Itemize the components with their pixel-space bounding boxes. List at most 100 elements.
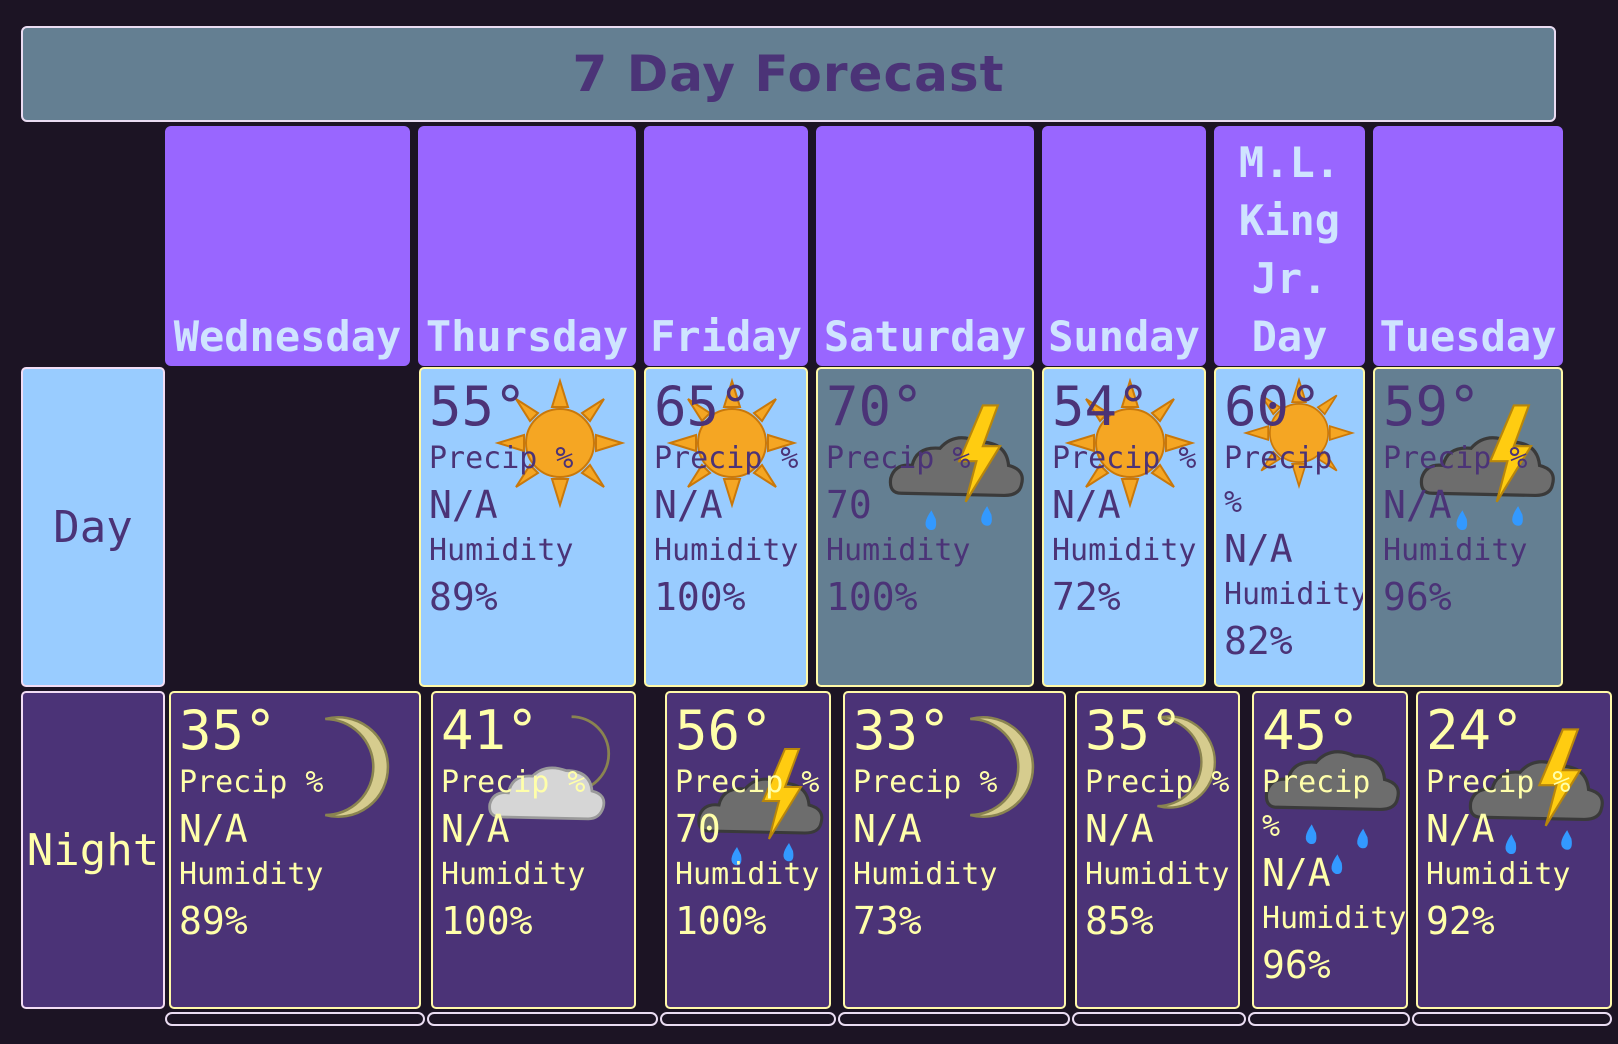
humidity-value: 85% bbox=[1085, 899, 1154, 943]
humidity-value: 100% bbox=[675, 899, 767, 943]
humidity-value: 100% bbox=[654, 575, 746, 619]
precip-value: N/A bbox=[179, 807, 248, 851]
humidity-value: 73% bbox=[853, 899, 922, 943]
footer-bar bbox=[1412, 1012, 1612, 1026]
day-temperature: 59° bbox=[1383, 375, 1481, 438]
night-temperature: 33° bbox=[853, 699, 951, 762]
page-title: 7 Day Forecast bbox=[572, 45, 1005, 103]
footer-bar bbox=[427, 1012, 658, 1026]
day-header-friday: Friday bbox=[644, 126, 808, 366]
precip-label: Precip % bbox=[179, 765, 324, 800]
day-name: Saturday bbox=[823, 312, 1027, 361]
night-forecast-saturday: 33° Precip % N/A Humidity 73% bbox=[843, 691, 1066, 1009]
precip-value: N/A bbox=[853, 807, 922, 851]
humidity-value: 72% bbox=[1052, 575, 1121, 619]
night-temperature: 35° bbox=[1085, 699, 1183, 762]
title-bar: 7 Day Forecast bbox=[21, 26, 1556, 122]
precip-label: Precip % bbox=[441, 765, 586, 800]
precip-value: N/A bbox=[654, 483, 723, 527]
humidity-label: Humidity bbox=[1052, 533, 1197, 568]
precip-label: Precip % bbox=[1085, 765, 1230, 800]
night-forecast-friday: 56° Precip % 70 Humidity 100% bbox=[665, 691, 831, 1009]
day-forecast-tuesday: 59° Precip % N/A Humidity 96% bbox=[1373, 367, 1563, 687]
humidity-value: 92% bbox=[1426, 899, 1495, 943]
precip-value: N/A bbox=[1383, 483, 1452, 527]
humidity-label: Humidity bbox=[179, 857, 324, 892]
day-name: Friday bbox=[650, 312, 802, 361]
day-forecast-thursday: 55° Precip % N/A Humidity 89% bbox=[419, 367, 636, 687]
precip-value: N/A bbox=[1085, 807, 1154, 851]
footer-bar bbox=[660, 1012, 836, 1026]
day-header-mlk-day: M.L. King Jr. Day bbox=[1214, 126, 1365, 366]
night-temperature: 41° bbox=[441, 699, 539, 762]
precip-label: Precip % bbox=[654, 441, 799, 476]
precip-value: N/A bbox=[1224, 527, 1293, 571]
night-temperature: 24° bbox=[1426, 699, 1524, 762]
humidity-value: 89% bbox=[179, 899, 248, 943]
precip-label: Precip % bbox=[429, 441, 574, 476]
humidity-label: Humidity bbox=[1085, 857, 1230, 892]
precip-value: N/A bbox=[429, 483, 498, 527]
day-forecast-saturday: 70° Precip % 70 Humidity 100% bbox=[816, 367, 1034, 687]
footer-bar bbox=[165, 1012, 425, 1026]
precip-label: Precip % bbox=[1262, 765, 1371, 844]
humidity-value: 89% bbox=[429, 575, 498, 619]
precip-label: Precip % bbox=[1383, 441, 1528, 476]
footer-bar bbox=[1072, 1012, 1246, 1026]
precip-label: Precip % bbox=[675, 765, 820, 800]
day-name: Wednesday bbox=[173, 312, 402, 361]
day-temperature: 65° bbox=[654, 375, 752, 438]
humidity-label: Humidity bbox=[675, 857, 820, 892]
humidity-value: 96% bbox=[1383, 575, 1452, 619]
night-forecast-mlk-day: 45° Precip % N/A Humidity 96% bbox=[1252, 691, 1408, 1009]
day-temperature: 70° bbox=[826, 375, 924, 438]
day-header-saturday: Saturday bbox=[816, 126, 1034, 366]
day-forecast-mlk-day: 60° Precip % N/A Humidity 82% bbox=[1214, 367, 1365, 687]
precip-label: Precip % bbox=[853, 765, 998, 800]
row-label-day: Day bbox=[21, 367, 165, 687]
day-header-sunday: Sunday bbox=[1042, 126, 1206, 366]
night-forecast-wednesday: 35° Precip % N/A Humidity 89% bbox=[169, 691, 421, 1009]
precip-value: N/A bbox=[1262, 851, 1331, 895]
precip-label: Precip % bbox=[826, 441, 971, 476]
night-forecast-sunday: 35° Precip % N/A Humidity 85% bbox=[1075, 691, 1240, 1009]
day-header-tuesday: Tuesday bbox=[1373, 126, 1563, 366]
humidity-label: Humidity bbox=[654, 533, 799, 568]
day-name: Sunday bbox=[1048, 312, 1200, 361]
day-header-wednesday: Wednesday bbox=[165, 126, 410, 366]
humidity-label: Humidity bbox=[1224, 577, 1365, 612]
humidity-label: Humidity bbox=[1426, 857, 1571, 892]
humidity-value: 82% bbox=[1224, 619, 1293, 663]
precip-label: Precip % bbox=[1052, 441, 1197, 476]
precip-label: Precip % bbox=[1426, 765, 1571, 800]
precip-value: N/A bbox=[1426, 807, 1495, 851]
night-temperature: 56° bbox=[675, 699, 773, 762]
humidity-value: 100% bbox=[826, 575, 918, 619]
day-name: Tuesday bbox=[1379, 312, 1557, 361]
humidity-label: Humidity bbox=[853, 857, 998, 892]
precip-value: 70 bbox=[826, 483, 872, 527]
day-temperature: 54° bbox=[1052, 375, 1150, 438]
night-forecast-tuesday: 24° Precip % N/A Humidity 92% bbox=[1416, 691, 1612, 1009]
humidity-value: 96% bbox=[1262, 943, 1331, 987]
precip-label: Precip % bbox=[1224, 441, 1333, 520]
day-forecast-sunday: 54° Precip % N/A Humidity 72% bbox=[1042, 367, 1206, 687]
row-label-night: Night bbox=[21, 691, 165, 1009]
humidity-label: Humidity bbox=[1383, 533, 1528, 568]
precip-value: 70 bbox=[675, 807, 721, 851]
night-forecast-thursday: 41° Precip % N/A Humidity 100% bbox=[431, 691, 636, 1009]
humidity-label: Humidity bbox=[441, 857, 586, 892]
humidity-label: Humidity bbox=[1262, 901, 1407, 936]
precip-value: N/A bbox=[1052, 483, 1121, 527]
day-header-thursday: Thursday bbox=[418, 126, 636, 366]
day-name: M.L. King Jr. Day bbox=[1238, 138, 1341, 361]
night-temperature: 35° bbox=[179, 699, 277, 762]
day-temperature: 60° bbox=[1224, 375, 1322, 438]
humidity-label: Humidity bbox=[826, 533, 971, 568]
day-forecast-friday: 65° Precip % N/A Humidity 100% bbox=[644, 367, 808, 687]
night-temperature: 45° bbox=[1262, 699, 1360, 762]
day-name: Thursday bbox=[425, 312, 629, 361]
footer-bar bbox=[1248, 1012, 1410, 1026]
day-temperature: 55° bbox=[429, 375, 527, 438]
precip-value: N/A bbox=[441, 807, 510, 851]
